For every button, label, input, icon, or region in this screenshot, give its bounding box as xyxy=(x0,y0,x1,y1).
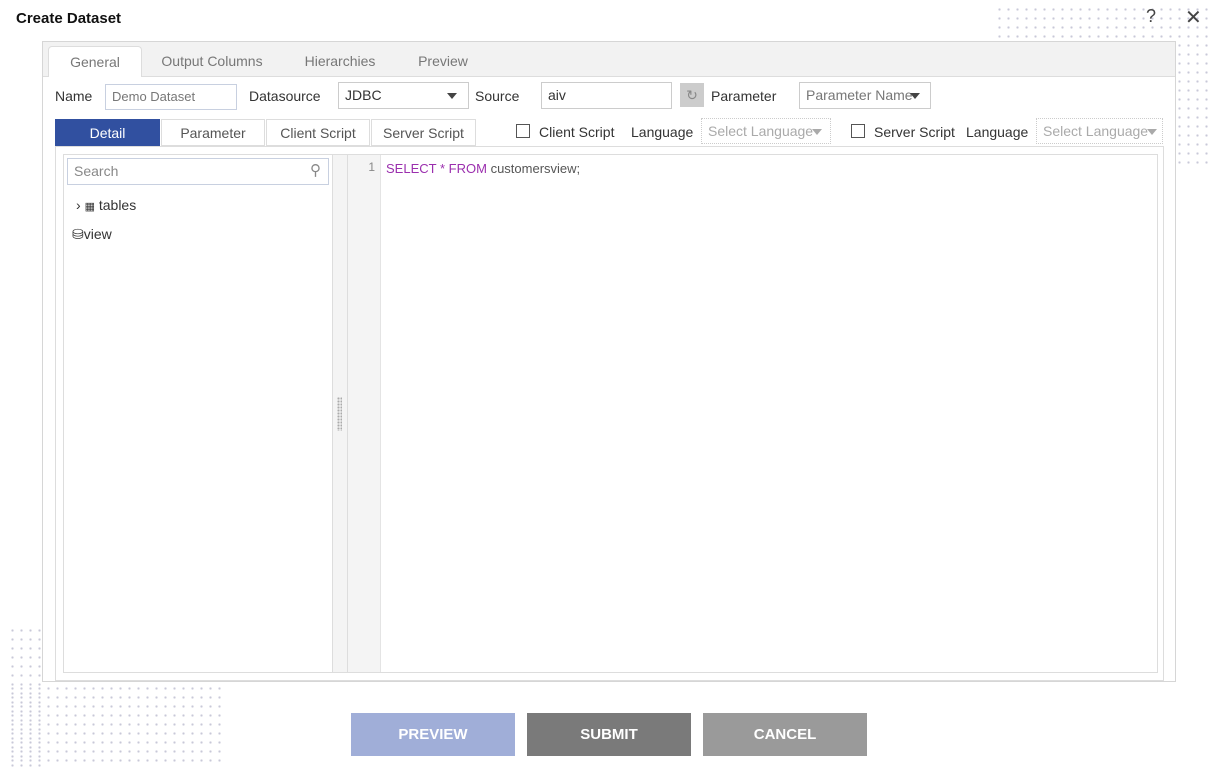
splitter-handle[interactable] xyxy=(333,154,347,673)
tab-preview[interactable]: Preview xyxy=(403,46,483,77)
caret-down-icon xyxy=(910,93,920,99)
help-icon[interactable]: ? xyxy=(1146,6,1156,27)
operator: * xyxy=(439,161,446,176)
tab-bar: General Output Columns Hierarchies Previ… xyxy=(43,42,1175,77)
server-language-label: Language xyxy=(966,124,1029,140)
dialog-title: Create Dataset xyxy=(16,10,122,27)
server-language-select[interactable]: Select Language xyxy=(1036,118,1163,144)
search-icon: ⚲ xyxy=(310,162,321,179)
tree-item-tables[interactable]: › ▦ tables xyxy=(76,197,136,213)
caret-down-icon xyxy=(1147,129,1157,135)
subtab-client-script[interactable]: Client Script xyxy=(266,119,370,146)
line-gutter: 1 xyxy=(348,155,381,672)
detail-content: Search ⚲ › ▦ tables ⛁view 1 SELECT * FROM… xyxy=(55,146,1164,681)
tree-pane: Search ⚲ › ▦ tables ⛁view xyxy=(63,154,333,673)
subtab-server-script[interactable]: Server Script xyxy=(371,119,476,146)
sql-editor[interactable]: 1 SELECT * FROM customersview; xyxy=(347,154,1158,673)
tree-item-view[interactable]: ⛁view xyxy=(72,226,112,243)
client-language-select[interactable]: Select Language xyxy=(701,118,831,144)
source-label: Source xyxy=(475,88,520,104)
table-icon: ▦ xyxy=(84,201,95,213)
datasource-label: Datasource xyxy=(249,88,321,104)
database-icon: ⛁ xyxy=(72,226,84,242)
chevron-right-icon[interactable]: › xyxy=(76,197,81,213)
client-script-label: Client Script xyxy=(539,124,615,140)
line-number: 1 xyxy=(368,160,375,174)
code-line: SELECT * FROM customersview; xyxy=(386,161,580,176)
search-placeholder: Search xyxy=(74,163,119,179)
parameter-value: Parameter Name xyxy=(806,87,913,103)
datasource-select[interactable]: JDBC xyxy=(338,82,469,109)
tree-item-label: view xyxy=(83,226,112,242)
submit-button[interactable]: SUBMIT xyxy=(527,713,691,756)
parameter-select[interactable]: Parameter Name xyxy=(799,82,931,109)
subtab-parameter[interactable]: Parameter xyxy=(161,119,265,146)
client-language-placeholder: Select Language xyxy=(708,123,814,139)
tab-general[interactable]: General xyxy=(48,46,142,77)
identifier: customersview; xyxy=(490,161,581,176)
datasource-value: JDBC xyxy=(345,87,382,103)
keyword: FROM xyxy=(448,161,487,176)
dataset-panel: General Output Columns Hierarchies Previ… xyxy=(42,41,1176,682)
server-script-label: Server Script xyxy=(874,124,955,140)
server-script-checkbox[interactable] xyxy=(851,124,865,138)
cancel-button[interactable]: CANCEL xyxy=(703,713,867,756)
client-script-checkbox[interactable] xyxy=(516,124,530,138)
tab-hierarchies[interactable]: Hierarchies xyxy=(293,46,387,77)
client-language-label: Language xyxy=(631,124,694,140)
parameter-label: Parameter xyxy=(711,88,777,104)
subtab-detail[interactable]: Detail xyxy=(55,119,160,146)
source-input[interactable]: aiv xyxy=(541,82,672,109)
close-icon[interactable]: ✕ xyxy=(1185,5,1202,30)
refresh-icon[interactable]: ↻ xyxy=(680,83,704,107)
server-language-placeholder: Select Language xyxy=(1043,123,1149,139)
keyword: SELECT xyxy=(386,161,437,176)
name-label: Name xyxy=(55,88,93,104)
name-input[interactable]: Demo Dataset xyxy=(105,84,237,110)
decoration-dots xyxy=(8,684,224,767)
caret-down-icon xyxy=(447,93,457,99)
preview-button[interactable]: PREVIEW xyxy=(351,713,515,756)
tab-output-columns[interactable]: Output Columns xyxy=(153,46,271,77)
tree-item-label: tables xyxy=(98,197,137,213)
tree-search-input[interactable]: Search ⚲ xyxy=(67,158,329,185)
caret-down-icon xyxy=(812,129,822,135)
